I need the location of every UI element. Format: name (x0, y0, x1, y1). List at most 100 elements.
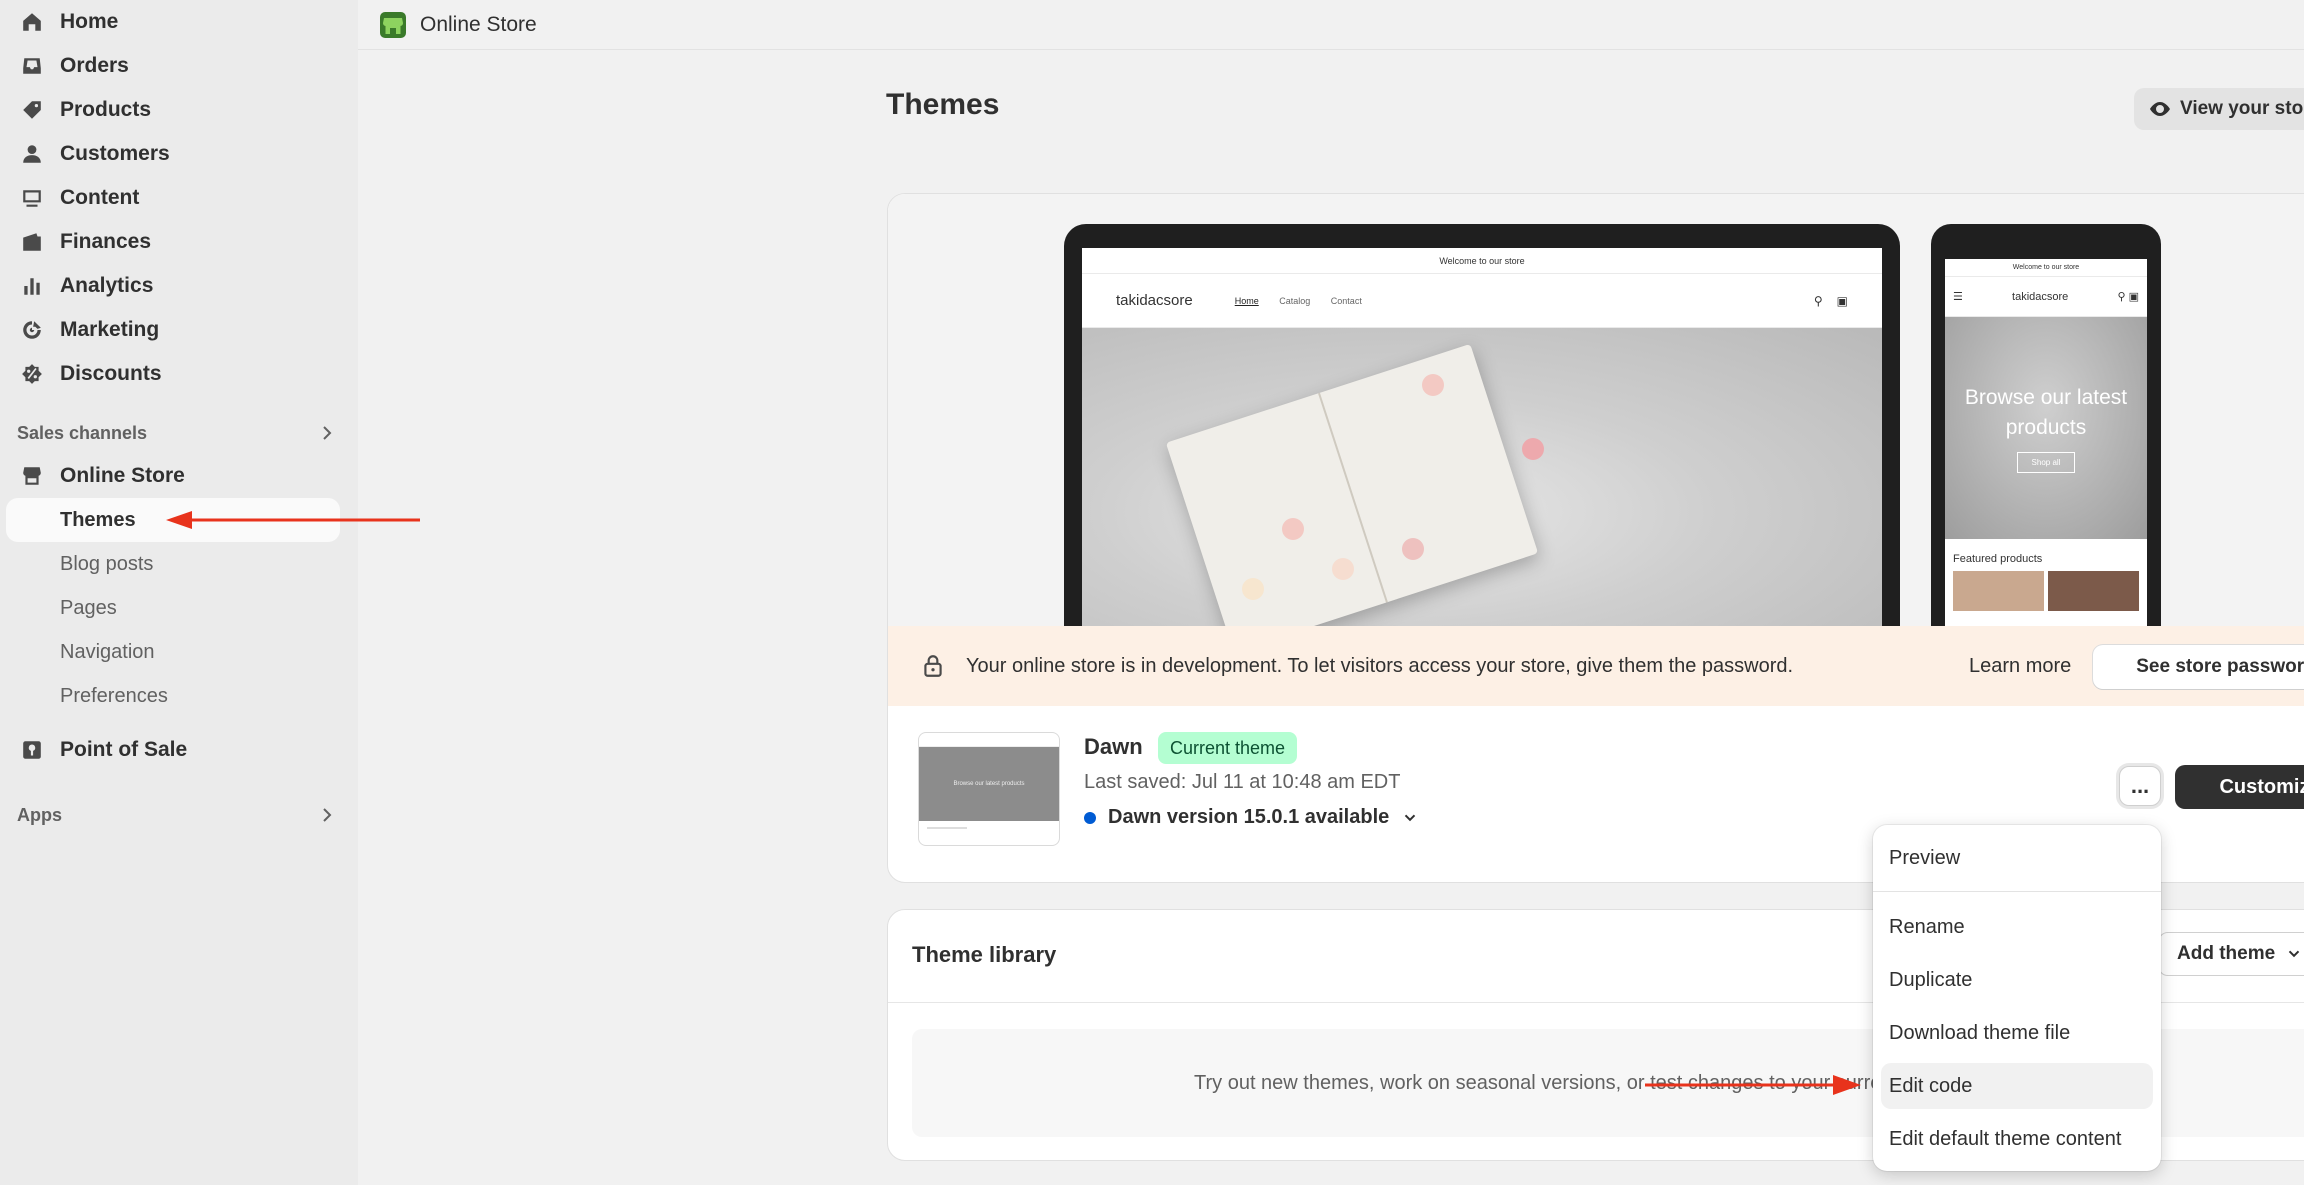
sidebar-item-orders[interactable]: Orders (6, 44, 340, 88)
desktop-preview: Welcome to our store takidacsore Home Ca… (1064, 224, 1900, 634)
sidebar-subitem-pages[interactable]: Pages (6, 586, 340, 630)
content-icon (20, 186, 44, 210)
cart-icon: ▣ (1836, 293, 1848, 308)
sidebar-item-label: Discounts (60, 362, 162, 385)
current-theme-badge: Current theme (1158, 732, 1298, 764)
mobile-store-header: ☰ takidacsore ⚲ ▣ (1945, 277, 2147, 317)
search-icon: ⚲ (1813, 293, 1823, 308)
sidebar-item-customers[interactable]: Customers (6, 132, 340, 176)
person-icon (20, 142, 44, 166)
sales-channels-label: Sales channels (17, 422, 148, 443)
search-cart-icons: ⚲ ▣ (2117, 291, 2139, 303)
eye-icon (2150, 102, 2170, 116)
store-header: takidacsore Home Catalog Contact ⚲ ▣ (1082, 274, 1882, 328)
flower-image (1242, 578, 1264, 600)
flower-image (1332, 558, 1354, 580)
sales-channels-header[interactable]: Sales channels (17, 418, 337, 448)
learn-more-link[interactable]: Learn more (1969, 655, 2071, 678)
more-actions-button[interactable]: ... (2119, 766, 2161, 806)
apps-label: Apps (17, 804, 62, 825)
theme-name: Dawn (1084, 734, 1143, 759)
bar-chart-icon (20, 274, 44, 298)
store-menu-item: Contact (1330, 295, 1362, 306)
top-bar: Online Store (358, 0, 2304, 50)
development-message: Your online store is in development. To … (966, 654, 1794, 677)
sidebar-item-point-of-sale[interactable]: Point of Sale (6, 728, 340, 772)
sidebar-item-analytics[interactable]: Analytics (6, 264, 340, 308)
menu-item-edit-default-theme-content[interactable]: Edit default theme content (1881, 1116, 2153, 1162)
chevron-down-icon (1405, 814, 1416, 821)
development-banner: Your online store is in development. To … (888, 626, 2304, 706)
sidebar-item-products[interactable]: Products (6, 88, 340, 132)
version-label: Dawn version 15.0.1 available (1108, 806, 1390, 828)
apps-header[interactable]: Apps (17, 800, 337, 830)
flower-image (1282, 518, 1304, 540)
theme-thumbnail: Browse our latest products (918, 732, 1060, 846)
store-menu-item: Home (1234, 295, 1259, 306)
customize-button[interactable]: Customize (2175, 765, 2304, 809)
last-saved-text: Last saved: Jul 11 at 10:48 am EDT (1084, 771, 1401, 793)
sidebar-item-label: Products (60, 98, 152, 121)
view-store-button[interactable]: View your store (2134, 88, 2304, 130)
sidebar-subitem-label: Pages (60, 596, 117, 619)
online-store-icon (380, 11, 406, 38)
sidebar-item-discounts[interactable]: Discounts (6, 352, 340, 396)
flower-image (1422, 374, 1444, 396)
book-image (1165, 343, 1539, 634)
page-title: Themes (886, 88, 1000, 121)
flower-image (1522, 438, 1544, 460)
mobile-preview: Welcome to our store ☰ takidacsore ⚲ ▣ B… (1931, 224, 2161, 634)
menu-item-preview[interactable]: Preview (1881, 835, 2153, 881)
sidebar-item-label: Point of Sale (60, 738, 188, 761)
hero-image (1082, 328, 1882, 634)
sidebar-item-label: Online Store (60, 464, 185, 487)
menu-icon: ☰ (1953, 291, 1963, 303)
sidebar-item-home[interactable]: Home (6, 0, 340, 44)
annotation-arrow-edit-code (1645, 1075, 1861, 1095)
home-icon (20, 10, 44, 34)
sidebar-subitem-blog-posts[interactable]: Blog posts (6, 542, 340, 586)
lock-icon (924, 655, 942, 677)
add-theme-button[interactable]: Add theme (2158, 932, 2304, 976)
flower-image (1402, 538, 1424, 560)
sidebar-item-label: Orders (60, 54, 129, 77)
view-store-label: View your store (2180, 98, 2304, 119)
announcement-bar: Welcome to our store (1945, 259, 2147, 277)
sidebar-item-finances[interactable]: Finances (6, 220, 340, 264)
menu-item-duplicate[interactable]: Duplicate (1881, 957, 2153, 1003)
mobile-hero-button: Shop all (2016, 451, 2076, 473)
add-theme-label: Add theme (2177, 943, 2276, 964)
mobile-preview-screen: Welcome to our store ☰ takidacsore ⚲ ▣ B… (1945, 259, 2147, 634)
sidebar-item-label: Finances (60, 230, 152, 253)
target-icon (20, 318, 44, 342)
sidebar-subitem-navigation[interactable]: Navigation (6, 630, 340, 674)
pos-icon (20, 738, 44, 762)
store-menu: Home Catalog Contact (1235, 296, 1380, 306)
store-header-icons: ⚲ ▣ (1814, 294, 1848, 308)
sidebar-subitem-label: Themes (60, 508, 136, 531)
menu-divider (1873, 891, 2161, 892)
store-logo: takidacsore (1116, 292, 1193, 309)
sidebar-item-label: Content (60, 186, 140, 209)
see-store-password-button[interactable]: See store password (2093, 645, 2304, 689)
sidebar-item-content[interactable]: Content (6, 176, 340, 220)
theme-actions-menu: Preview Rename Duplicate Download theme … (1873, 825, 2161, 1171)
top-bar-title: Online Store (420, 12, 537, 36)
sidebar-subitem-label: Blog posts (60, 552, 154, 575)
announcement-bar: Welcome to our store (1082, 248, 1882, 274)
theme-preview[interactable]: Welcome to our store takidacsore Home Ca… (888, 194, 2304, 634)
menu-item-edit-code[interactable]: Edit code (1881, 1063, 2153, 1109)
store-icon (20, 464, 44, 488)
desktop-preview-screen: Welcome to our store takidacsore Home Ca… (1082, 248, 1882, 634)
annotation-arrow-themes (166, 511, 420, 529)
sidebar-subitem-label: Preferences (60, 684, 168, 707)
sidebar-item-online-store[interactable]: Online Store (6, 454, 340, 498)
menu-item-download-theme-file[interactable]: Download theme file (1881, 1010, 2153, 1056)
sidebar-item-marketing[interactable]: Marketing (6, 308, 340, 352)
menu-item-rename[interactable]: Rename (1881, 904, 2153, 950)
sidebar-subitem-preferences[interactable]: Preferences (6, 674, 340, 718)
status-dot (1084, 811, 1096, 824)
featured-products-images (1945, 571, 2147, 611)
mobile-hero-title: Browse our latest products (1964, 386, 2128, 439)
version-available[interactable]: Dawn version 15.0.1 available (1084, 806, 1419, 829)
